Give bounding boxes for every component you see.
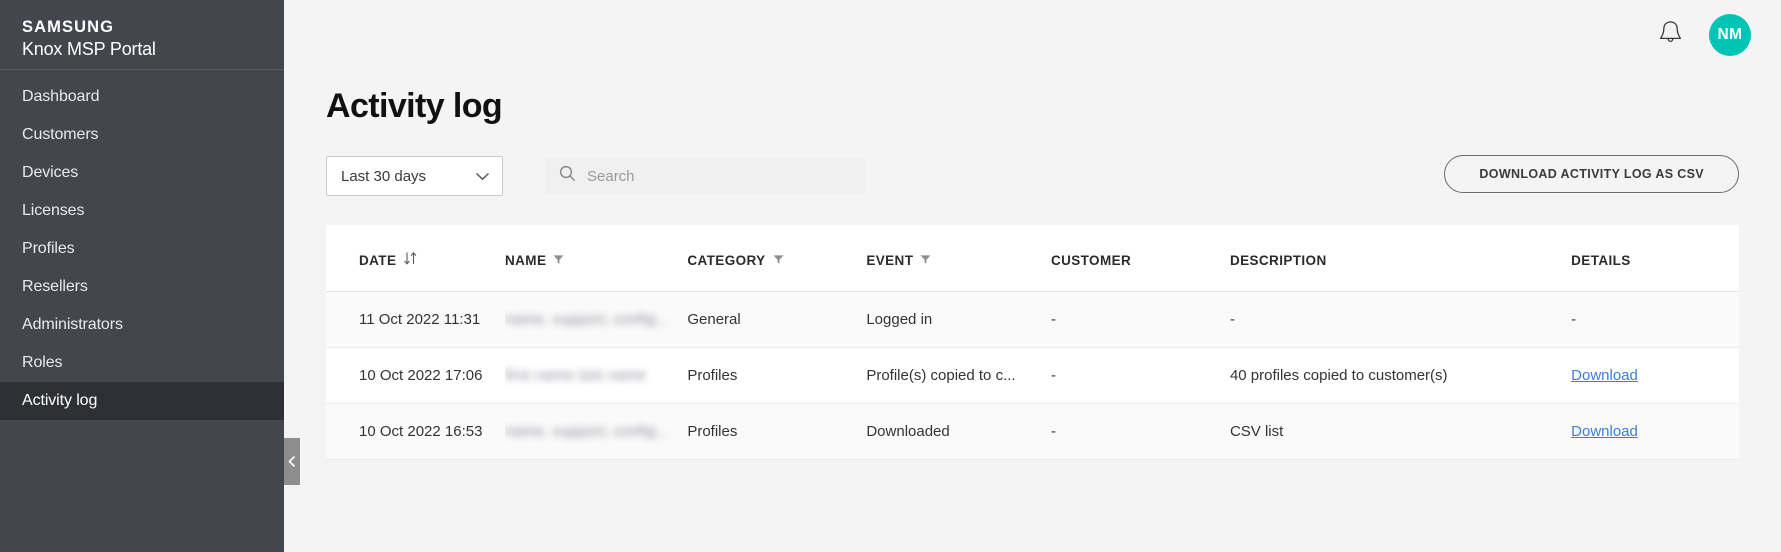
date-range-value: Last 30 days: [341, 167, 427, 185]
cell-customer: -: [1050, 347, 1230, 405]
redacted-name: first name last name: [505, 367, 647, 385]
sidebar-item-dashboard[interactable]: Dashboard: [0, 78, 284, 116]
cell-event: Profile(s) copied to c...: [866, 347, 1051, 405]
column-label: DETAILS: [1571, 252, 1631, 268]
sidebar-item-label: Roles: [22, 354, 63, 371]
toolbar: Last 30 days Search DOWNLOAD ACTIVITY LO…: [326, 155, 1739, 197]
bell-icon: [1658, 19, 1683, 51]
sidebar-collapse-button[interactable]: [284, 438, 300, 485]
table-body: 11 Oct 2022 11:31 name, support, config.…: [326, 291, 1739, 461]
cell-event-text: Downloaded: [866, 423, 950, 441]
sidebar-item-label: Profiles: [22, 240, 75, 257]
page-title: Activity log: [326, 87, 503, 125]
column-header-event[interactable]: EVENT: [866, 225, 1051, 293]
cell-description: CSV list: [1229, 403, 1572, 461]
table-header-row: DATE NAME CATEGORY EVENT CUSTOMER DESCRI…: [326, 225, 1739, 293]
filter-icon[interactable]: [920, 253, 931, 268]
filter-icon[interactable]: [553, 253, 564, 268]
date-range-select[interactable]: Last 30 days: [326, 156, 503, 197]
column-label: CATEGORY: [687, 252, 766, 268]
chevron-down-icon: [475, 168, 490, 185]
column-header-customer: CUSTOMER: [1050, 225, 1230, 293]
column-header-category[interactable]: CATEGORY: [687, 225, 867, 293]
cell-category: Profiles: [687, 403, 867, 461]
sidebar-item-label: Administrators: [22, 316, 123, 333]
redacted-name: name, support, config...: [505, 311, 669, 329]
cell-description: -: [1229, 291, 1572, 349]
cell-date: 10 Oct 2022 17:06: [326, 347, 505, 405]
cell-name: name, support, config...: [505, 291, 688, 349]
sidebar-item-label: Dashboard: [22, 88, 100, 105]
sidebar-item-label: Licenses: [22, 202, 85, 219]
page-content: Activity log Last 30 days Search DOWNLOA…: [284, 69, 1781, 461]
column-label: DATE: [359, 252, 397, 268]
sidebar: SAMSUNG Knox MSP Portal Dashboard Custom…: [0, 0, 300, 552]
search-input[interactable]: Search: [545, 158, 865, 195]
download-csv-button[interactable]: DOWNLOAD ACTIVITY LOG AS CSV: [1444, 155, 1739, 194]
cell-customer: -: [1050, 403, 1230, 461]
sidebar-item-label: Activity log: [22, 392, 98, 409]
column-header-description: DESCRIPTION: [1229, 225, 1572, 293]
sidebar-item-profiles[interactable]: Profiles: [0, 230, 284, 268]
download-link[interactable]: Download: [1571, 367, 1638, 384]
avatar[interactable]: NM: [1709, 13, 1751, 56]
cell-category: Profiles: [687, 347, 867, 405]
sidebar-item-activity-log[interactable]: Activity log: [0, 382, 284, 420]
cell-event-text: Logged in: [866, 311, 933, 329]
cell-date: 10 Oct 2022 16:53: [326, 403, 505, 461]
table-header: DATE NAME CATEGORY EVENT CUSTOMER DESCRI…: [326, 225, 1739, 293]
column-label: CUSTOMER: [1050, 252, 1132, 268]
cell-name: first name last name: [505, 347, 688, 405]
brand-product: Knox MSP Portal: [22, 39, 156, 60]
top-bar: NM: [284, 0, 1781, 69]
sidebar-item-administrators[interactable]: Administrators: [0, 306, 284, 344]
search-placeholder: Search: [587, 167, 635, 185]
sort-icon[interactable]: [403, 251, 418, 269]
table-row[interactable]: 11 Oct 2022 11:31 name, support, config.…: [326, 291, 1739, 349]
table-row[interactable]: 10 Oct 2022 17:06 first name last name P…: [326, 347, 1739, 405]
app-root: SAMSUNG Knox MSP Portal Dashboard Custom…: [0, 0, 1781, 552]
column-label: DESCRIPTION: [1229, 252, 1327, 268]
main-area: NM Activity log Last 30 days Search DOWN…: [284, 0, 1781, 552]
cell-description: 40 profiles copied to customer(s): [1229, 347, 1572, 405]
chevron-left-icon: [288, 455, 296, 468]
cell-date: 11 Oct 2022 11:31: [326, 291, 505, 349]
filter-icon[interactable]: [773, 253, 784, 268]
column-header-date[interactable]: DATE: [326, 225, 505, 293]
brand-company: SAMSUNG: [22, 18, 115, 36]
cell-customer: -: [1050, 291, 1230, 349]
sidebar-item-customers[interactable]: Customers: [0, 116, 284, 154]
brand-logo[interactable]: SAMSUNG Knox MSP Portal: [0, 0, 284, 69]
avatar-initials: NM: [1717, 25, 1743, 43]
cell-event: Logged in: [866, 291, 1051, 349]
sidebar-item-label: Devices: [22, 164, 79, 181]
activity-log-table: DATE NAME CATEGORY EVENT CUSTOMER DESCRI…: [326, 225, 1739, 461]
table-row[interactable]: 10 Oct 2022 16:53 name, support, config.…: [326, 403, 1739, 461]
sidebar-nav: Dashboard Customers Devices Licenses Pro…: [0, 70, 284, 420]
column-header-details: DETAILS: [1571, 225, 1739, 293]
cell-event-text: Profile(s) copied to c...: [866, 367, 1016, 385]
download-link[interactable]: Download: [1571, 423, 1638, 440]
sidebar-item-resellers[interactable]: Resellers: [0, 268, 284, 306]
sidebar-item-roles[interactable]: Roles: [0, 344, 284, 382]
redacted-name: name, support, config...: [505, 423, 669, 441]
cell-name: name, support, config...: [505, 403, 688, 461]
sidebar-item-devices[interactable]: Devices: [0, 154, 284, 192]
cell-details: -: [1571, 291, 1739, 349]
cell-category: General: [687, 291, 867, 349]
column-label: NAME: [505, 252, 547, 268]
table: DATE NAME CATEGORY EVENT CUSTOMER DESCRI…: [326, 225, 1739, 461]
sidebar-item-licenses[interactable]: Licenses: [0, 192, 284, 230]
column-label: EVENT: [866, 252, 914, 268]
cell-details[interactable]: Download: [1571, 347, 1739, 405]
cell-details[interactable]: Download: [1571, 403, 1739, 461]
sidebar-item-label: Resellers: [22, 278, 88, 295]
sidebar-item-label: Customers: [22, 126, 99, 143]
column-header-name[interactable]: NAME: [505, 225, 688, 293]
search-icon: [559, 165, 576, 187]
notifications-button[interactable]: [1658, 19, 1683, 51]
cell-event: Downloaded: [866, 403, 1051, 461]
